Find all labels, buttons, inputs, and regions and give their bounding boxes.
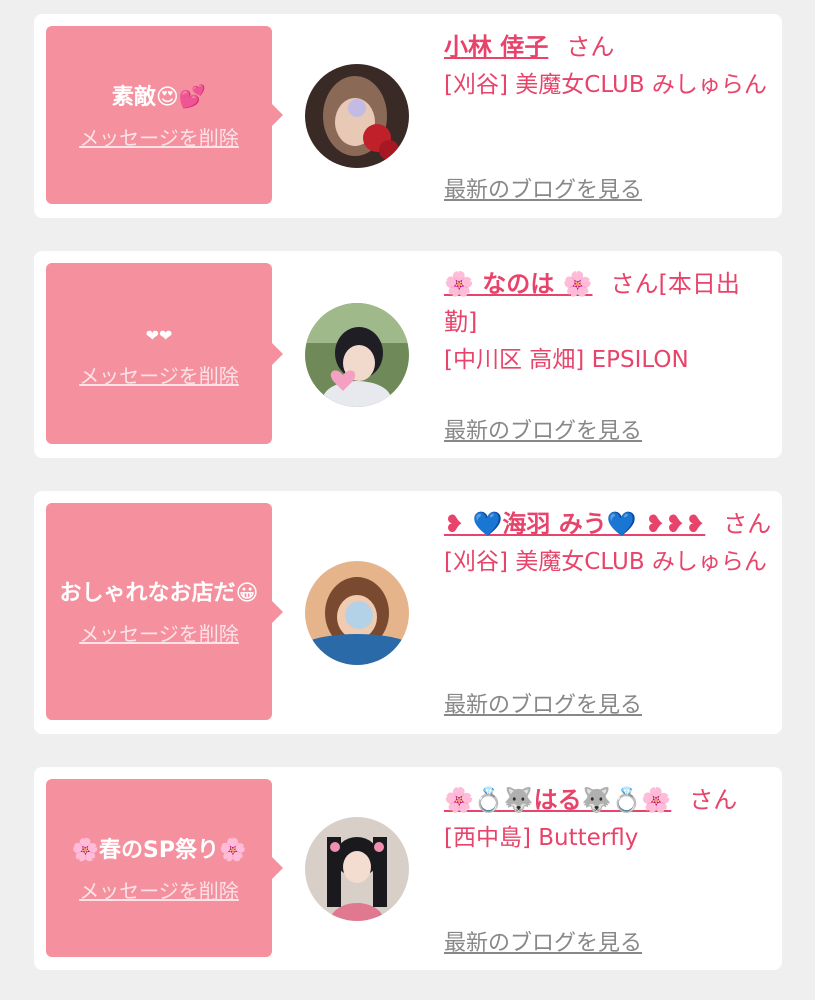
message-bubble: おしゃれなお店だ😀 メッセージを削除	[46, 503, 283, 720]
shop-name: [中川区 高畑] EPSILON	[444, 347, 689, 373]
delete-message-link[interactable]: メッセージを削除	[79, 875, 239, 904]
message-bubble: 素敵😍💕 メッセージを削除	[46, 26, 283, 204]
shop-name: [西中島] Butterfly	[444, 825, 639, 851]
cast-info: 小林 倖子 さん [刈谷] 美魔女CLUB みしゅらん	[444, 28, 772, 104]
cast-name-link[interactable]: 小林 倖子	[444, 33, 548, 61]
message-bubble: ❤❤ メッセージを削除	[46, 263, 283, 444]
avatar-photo	[305, 561, 409, 665]
avatar-photo	[305, 64, 409, 168]
shop-name: [刈谷] 美魔女CLUB みしゅらん	[444, 549, 767, 575]
cast-name-link[interactable]: 🌸💍🐺はる🐺💍🌸	[444, 786, 671, 814]
cast-name-link[interactable]: ❥ 💙海羽 みう💙 ❥❥❥	[444, 510, 705, 538]
message-bubble: 🌸春のSP祭り🌸 メッセージを削除	[46, 779, 283, 957]
avatar-photo	[305, 303, 409, 407]
avatar[interactable]	[305, 64, 409, 168]
cast-info: 🌸 なのは 🌸 さん[本日出勤] [中川区 高畑] EPSILON	[444, 265, 772, 379]
message-text: おしゃれなお店だ😀	[59, 581, 259, 606]
message-card: 🌸春のSP祭り🌸 メッセージを削除 🌸💍🐺はる🐺💍🌸 さん [西中島] Butte…	[34, 767, 782, 970]
name-suffix: さん	[566, 33, 615, 61]
avatar[interactable]	[305, 561, 409, 665]
name-suffix: さん	[723, 510, 772, 538]
cast-info: ❥ 💙海羽 みう💙 ❥❥❥ さん [刈谷] 美魔女CLUB みしゅらん	[444, 505, 772, 581]
latest-blog-link[interactable]: 最新のブログを見る	[444, 172, 642, 204]
message-text: 🌸春のSP祭り🌸	[71, 837, 247, 863]
name-suffix: さん	[689, 786, 738, 814]
avatar[interactable]	[305, 817, 409, 921]
message-text: ❤❤	[145, 326, 173, 345]
message-card: おしゃれなお店だ😀 メッセージを削除 ❥ 💙海羽 みう💙 ❥❥❥ さん [刈谷] …	[34, 491, 782, 734]
message-card: 素敵😍💕 メッセージを削除 小林 倖子 さん [刈谷] 美魔女CLUB みしゅらん…	[34, 14, 782, 218]
message-card: ❤❤ メッセージを削除 🌸 なのは 🌸 さん[本日出勤] [中川区 高畑] EPS…	[34, 251, 782, 458]
cast-info: 🌸💍🐺はる🐺💍🌸 さん [西中島] Butterfly	[444, 781, 772, 857]
delete-message-link[interactable]: メッセージを削除	[79, 122, 239, 151]
avatar[interactable]	[305, 303, 409, 407]
latest-blog-link[interactable]: 最新のブログを見る	[444, 687, 642, 719]
message-text: 素敵😍💕	[111, 84, 207, 110]
latest-blog-link[interactable]: 最新のブログを見る	[444, 925, 642, 957]
cast-name-link[interactable]: 🌸 なのは 🌸	[444, 270, 592, 298]
delete-message-link[interactable]: メッセージを削除	[79, 618, 239, 647]
shop-name: [刈谷] 美魔女CLUB みしゅらん	[444, 72, 767, 98]
favorite-message-list: 素敵😍💕 メッセージを削除 小林 倖子 さん [刈谷] 美魔女CLUB みしゅらん…	[0, 0, 815, 1000]
latest-blog-link[interactable]: 最新のブログを見る	[444, 413, 642, 445]
delete-message-link[interactable]: メッセージを削除	[79, 360, 239, 389]
avatar-photo	[305, 817, 409, 921]
